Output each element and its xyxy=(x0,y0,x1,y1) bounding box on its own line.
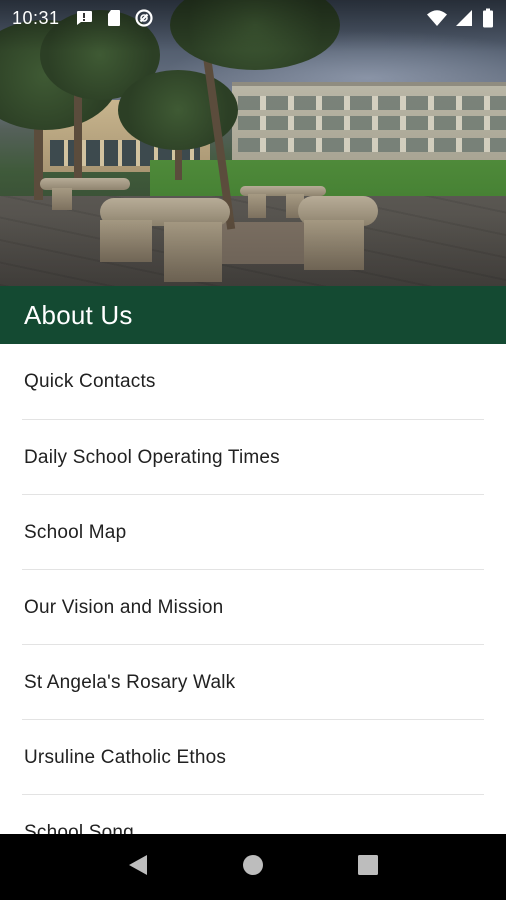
menu-item-rosary-walk[interactable]: St Angela's Rosary Walk xyxy=(0,645,506,720)
wifi-icon xyxy=(426,8,447,28)
back-icon xyxy=(127,853,149,882)
menu-item-catholic-ethos[interactable]: Ursuline Catholic Ethos xyxy=(0,720,506,795)
menu-item-label: Quick Contacts xyxy=(24,371,156,392)
status-bar: 10:31 xyxy=(0,0,506,36)
menu-item-school-map[interactable]: School Map xyxy=(0,495,506,570)
data-saver-icon xyxy=(134,8,154,28)
about-us-menu-list[interactable]: Quick Contacts Daily School Operating Ti… xyxy=(0,344,506,834)
recents-button[interactable] xyxy=(348,847,388,887)
menu-item-school-song[interactable]: School Song xyxy=(0,795,506,835)
menu-item-label: School Song xyxy=(24,821,134,835)
recents-icon xyxy=(358,854,379,880)
header-image xyxy=(0,0,506,286)
message-icon xyxy=(74,8,94,28)
cell-signal-icon xyxy=(454,8,474,28)
home-icon xyxy=(242,854,264,881)
back-button[interactable] xyxy=(118,847,158,887)
battery-icon xyxy=(482,8,494,28)
system-navigation-bar xyxy=(0,834,506,900)
page-title: About Us xyxy=(24,299,133,330)
menu-item-label: Our Vision and Mission xyxy=(24,596,224,618)
sd-card-icon xyxy=(104,8,124,28)
menu-item-quick-contacts[interactable]: Quick Contacts xyxy=(0,344,506,420)
home-button[interactable] xyxy=(233,847,273,887)
menu-item-label: St Angela's Rosary Walk xyxy=(24,671,236,693)
menu-item-label: Daily School Operating Times xyxy=(24,446,280,468)
about-us-header: About Us xyxy=(0,286,506,344)
menu-item-vision-and-mission[interactable]: Our Vision and Mission xyxy=(0,570,506,645)
menu-item-daily-school-operating-times[interactable]: Daily School Operating Times xyxy=(0,420,506,495)
menu-item-label: Ursuline Catholic Ethos xyxy=(24,746,227,768)
status-time: 10:31 xyxy=(12,7,60,28)
menu-item-label: School Map xyxy=(24,521,127,543)
